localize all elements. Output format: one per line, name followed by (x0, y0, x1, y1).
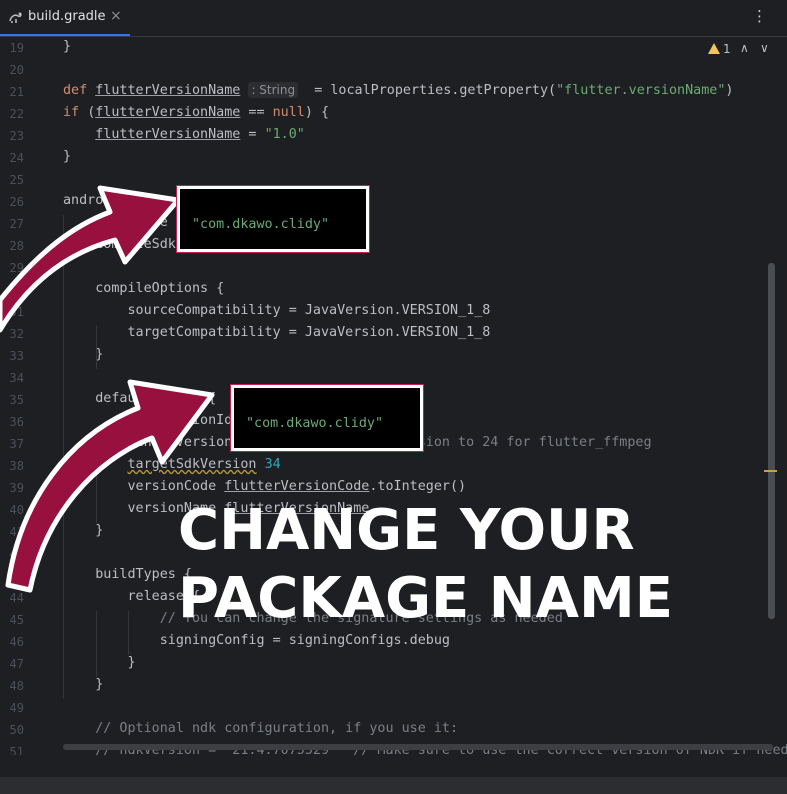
overlay-heading-line2: PACKAGE NAME (178, 566, 673, 631)
package-callout-top: "com.dkawo.clidy" (177, 186, 369, 252)
callout-bottom-text: "com.dkawo.clidy" (246, 416, 384, 431)
top-arrow (0, 185, 181, 333)
callout-top-text: "com.dkawo.clidy" (192, 217, 330, 232)
overlay-heading-line1: CHANGE YOUR (178, 498, 635, 563)
package-callout-bottom: "com.dkawo.clidy" (231, 385, 423, 451)
